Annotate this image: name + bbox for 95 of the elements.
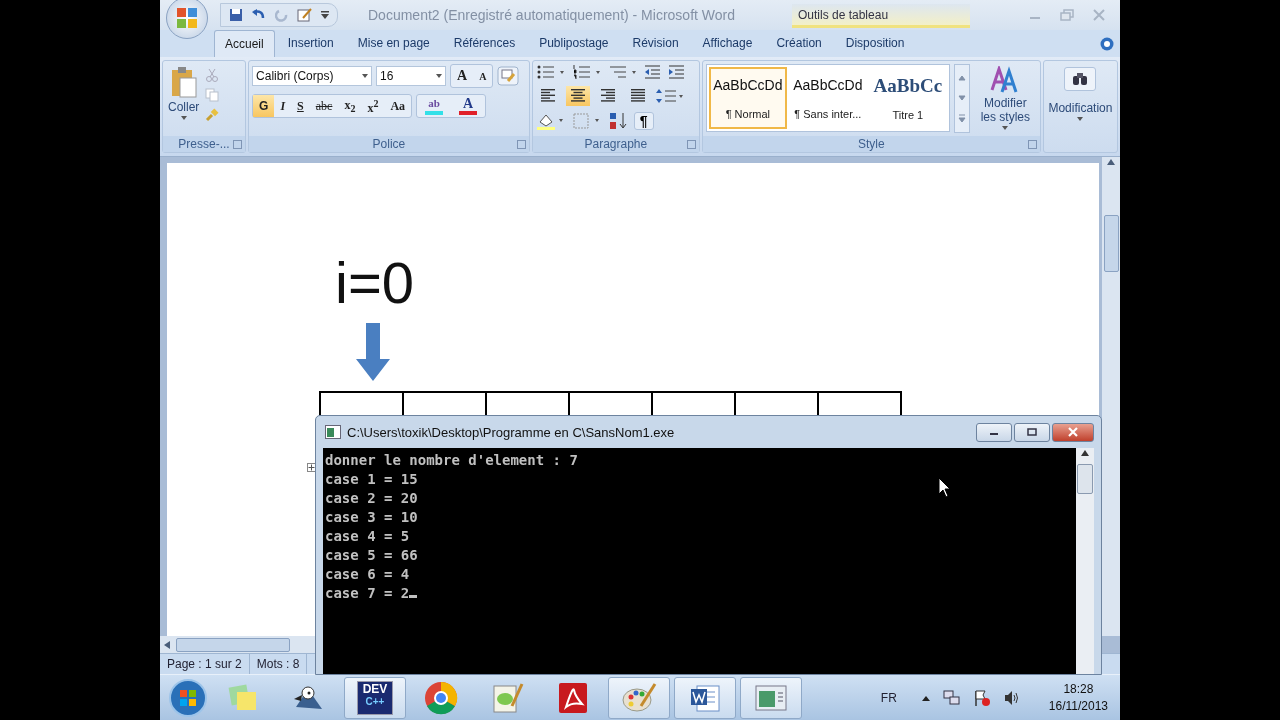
bullet-list-icon[interactable] (535, 64, 566, 80)
console-line: case 2 = 20 (325, 489, 418, 508)
dropdown-icon[interactable] (321, 10, 329, 20)
caret-icon[interactable] (362, 74, 369, 78)
network-icon[interactable] (942, 688, 961, 707)
scroll-left-icon[interactable] (164, 640, 170, 649)
group-label: Style (858, 136, 885, 151)
ribbon-tab[interactable]: Création (765, 29, 833, 57)
format-button[interactable]: G (253, 95, 275, 117)
document-text: i=0 (335, 250, 414, 315)
decrease-indent-icon[interactable] (643, 64, 662, 80)
taskbar-app[interactable]: DEV C++ (344, 676, 406, 719)
ribbon-tab[interactable]: Références (442, 29, 527, 57)
multilevel-list-icon[interactable] (607, 64, 638, 80)
numbered-list-icon[interactable] (571, 64, 602, 80)
context-tab-group: Outils de tableau (792, 4, 970, 28)
ribbon-tab[interactable]: Accueil (214, 30, 275, 57)
window-title: Document2 (Enregistré automatiquement) - Microsoft Word (368, 7, 735, 23)
font-size-field[interactable]: 16 (376, 66, 447, 86)
palette-icon (621, 681, 657, 714)
editing-button[interactable]: Modification (1043, 61, 1117, 152)
notepad-icon (490, 681, 524, 714)
minimize-button[interactable] (976, 422, 1012, 442)
scroll-thumb[interactable] (1077, 464, 1093, 494)
edit-icon[interactable] (297, 8, 313, 22)
group-label: Paragraphe (584, 136, 648, 151)
format-button[interactable]: Aa (384, 95, 412, 117)
sticky-notes-icon (228, 683, 258, 712)
console-line: case 6 = 4 (325, 565, 410, 584)
caret-icon (1077, 117, 1084, 121)
pdf-icon (558, 681, 588, 714)
start-button[interactable] (168, 677, 208, 718)
console-icon (325, 425, 341, 439)
increase-indent-icon[interactable] (667, 64, 686, 80)
shrink-font-button[interactable]: A (473, 65, 493, 87)
console-title: C:\Users\toxik\Desktop\Programme en C\SansNom1.exe (347, 424, 675, 440)
console-window-icon (754, 682, 788, 713)
grow-font-button[interactable]: A (451, 65, 474, 87)
line-spacing-icon[interactable] (655, 88, 684, 104)
taskbar-app[interactable] (740, 676, 802, 719)
format-button[interactable]: x$^{2}$ (361, 95, 385, 117)
console-scrollbar[interactable] (1076, 448, 1094, 674)
style-item[interactable]: AaBbCcDd ¶ Normal (708, 67, 787, 129)
format-button[interactable]: x$_{2}$ (338, 95, 362, 117)
font-family-field[interactable]: Calibri (Corps) (252, 66, 373, 86)
close-icon (1067, 427, 1079, 437)
ribbon-tab[interactable]: Disposition (834, 29, 916, 57)
align-button[interactable] (565, 86, 590, 106)
chrome-icon (424, 680, 458, 715)
console-line: case 5 = 66 (325, 546, 418, 565)
maximize-icon (1027, 428, 1037, 436)
flag-icon[interactable] (972, 688, 991, 707)
vertical-scrollbar[interactable] (1102, 156, 1120, 637)
paste-button[interactable]: Coller (166, 64, 202, 133)
console-line: donner le nombre d'element : 7 (325, 451, 578, 470)
group-label: Presse-... (178, 136, 230, 151)
sort-icon[interactable] (607, 112, 628, 130)
clock[interactable]: 18:28 16/11/2013 (1048, 682, 1108, 714)
help-icon[interactable] (1100, 36, 1114, 51)
gallery-scroll[interactable] (953, 64, 970, 133)
close-button[interactable] (1052, 422, 1094, 442)
maximize-button[interactable] (1014, 422, 1050, 442)
horizontal-scrollbar[interactable] (160, 636, 315, 654)
scroll-thumb[interactable] (176, 637, 290, 652)
mouse-pointer-icon (938, 477, 952, 499)
language-indicator[interactable]: FR (880, 690, 897, 705)
console-line: case 3 = 10 (325, 508, 418, 527)
console-line: case 1 = 15 (325, 470, 418, 489)
scroll-thumb[interactable] (1103, 214, 1119, 272)
ribbon-tab[interactable]: Affichage (691, 29, 764, 57)
ribbon-tab[interactable]: Révision (621, 29, 690, 57)
show-marks-button[interactable]: ¶ (633, 112, 654, 130)
format-button[interactable]: abc (309, 95, 339, 117)
ribbon-tab[interactable]: Mise en page (346, 29, 441, 57)
modify-styles-button[interactable]: Modifier les styles (973, 64, 1037, 133)
caret-icon (180, 116, 187, 120)
ribbon-tab[interactable]: Insertion (276, 29, 345, 57)
save-icon[interactable] (229, 8, 243, 22)
clipboard-icon (169, 66, 198, 98)
word-icon (689, 682, 721, 713)
group-label: Police (372, 136, 406, 151)
caret-icon (1002, 126, 1009, 130)
shading-icon[interactable] (535, 112, 566, 130)
console-line: case 4 = 5 (325, 527, 410, 546)
taskbar-app[interactable] (674, 676, 736, 719)
down-arrow (356, 322, 390, 381)
font-color-button[interactable]: A (451, 95, 486, 117)
scroll-up-icon[interactable] (1081, 450, 1089, 456)
highlight-button[interactable]: ab (417, 95, 452, 117)
console-line: case 7 = 2 (325, 584, 418, 603)
binoculars-icon (1072, 72, 1089, 86)
ribbon-tab[interactable]: Publipostage (528, 29, 620, 57)
format-button[interactable]: S (291, 95, 310, 117)
format-button[interactable]: I (274, 95, 292, 117)
caret-icon[interactable] (436, 74, 443, 78)
